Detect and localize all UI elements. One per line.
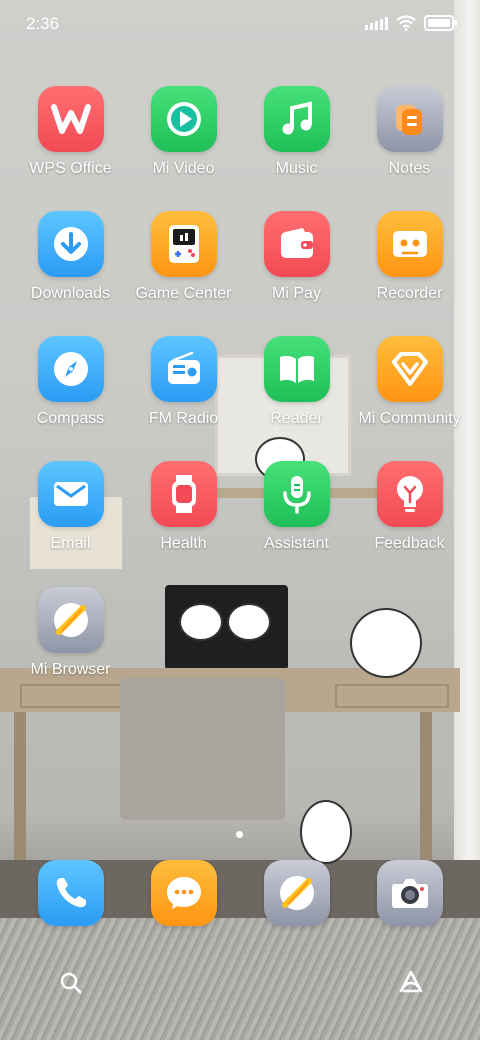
app-label: Compass [36, 410, 105, 427]
diamond-icon [376, 336, 443, 402]
camera-icon [376, 860, 443, 926]
app-label: Notes [388, 160, 431, 177]
app-feedback[interactable]: Feedback [353, 461, 466, 553]
wallpaper-bunny-sticker [300, 800, 352, 864]
app-label: Recorder [376, 285, 443, 302]
dock-phone[interactable] [14, 860, 127, 926]
app-label: Health [160, 535, 207, 552]
wallpaper-cat-sticker [350, 608, 422, 678]
app-vault-icon[interactable] [397, 969, 425, 995]
signal-icon [365, 16, 388, 30]
dock-browser[interactable] [240, 860, 353, 926]
wifi-icon [396, 15, 416, 31]
app-mi-video[interactable]: Mi Video [127, 86, 240, 178]
app-email[interactable]: Email [14, 461, 127, 553]
wallpaper-chair [120, 678, 285, 820]
messaging-icon [150, 860, 217, 926]
app-compass[interactable]: Compass [14, 336, 127, 428]
radio-icon [150, 336, 217, 402]
download-icon [37, 211, 104, 277]
battery-icon [424, 15, 457, 31]
app-notes[interactable]: Notes [353, 86, 466, 178]
dock-messaging[interactable] [127, 860, 240, 926]
app-label: Feedback [374, 535, 445, 552]
status-time: 2:36 [26, 14, 60, 33]
search-icon[interactable] [59, 971, 83, 995]
app-reader[interactable]: Reader [240, 336, 353, 428]
app-assistant[interactable]: Assistant [240, 461, 353, 553]
app-label: Game Center [135, 285, 232, 302]
notes-icon [376, 86, 443, 152]
app-downloads[interactable]: Downloads [14, 211, 127, 303]
app-label: Assistant [264, 535, 329, 552]
app-label: FM Radio [148, 410, 219, 427]
wallpaper-laptop [165, 585, 288, 670]
smartwatch-icon [150, 461, 217, 527]
wallet-icon [263, 211, 330, 277]
wallpaper-desk-leg [14, 712, 26, 862]
music-note-icon [263, 86, 330, 152]
email-icon [37, 461, 104, 527]
page-indicator-dot [236, 831, 243, 838]
microphone-icon [263, 461, 330, 527]
browser-icon [37, 587, 104, 653]
app-label: WPS Office [29, 160, 112, 177]
app-mi-community[interactable]: Mi Community [353, 336, 466, 428]
dock-camera[interactable] [353, 860, 466, 926]
browser-icon [263, 860, 330, 926]
app-label: Mi Community [358, 410, 461, 427]
video-play-icon [150, 86, 217, 152]
app-label: Reader [270, 410, 323, 427]
lightbulb-icon [376, 461, 443, 527]
compass-icon [37, 336, 104, 402]
app-music[interactable]: Music [240, 86, 353, 178]
app-mi-browser[interactable]: Mi Browser [14, 587, 127, 679]
app-label: Mi Browser [30, 661, 111, 678]
app-mi-pay[interactable]: Mi Pay [240, 211, 353, 303]
app-game-center[interactable]: Game Center [127, 211, 240, 303]
app-wps-office[interactable]: WPS Office [14, 86, 127, 178]
wallpaper-desk-leg [420, 712, 432, 862]
status-bar: 2:36 [0, 0, 480, 50]
cassette-icon [376, 211, 443, 277]
app-label: Mi Pay [272, 285, 321, 302]
app-health[interactable]: Health [127, 461, 240, 553]
wps-office-icon [37, 86, 104, 152]
app-fm-radio[interactable]: FM Radio [127, 336, 240, 428]
app-label: Mi Video [152, 160, 215, 177]
app-recorder[interactable]: Recorder [353, 211, 466, 303]
book-icon [263, 336, 330, 402]
app-label: Music [275, 160, 318, 177]
phone-icon [37, 860, 104, 926]
bottom-bar [0, 965, 480, 1005]
app-label: Downloads [30, 285, 111, 302]
app-label: Email [50, 535, 91, 552]
game-console-icon [150, 211, 217, 277]
